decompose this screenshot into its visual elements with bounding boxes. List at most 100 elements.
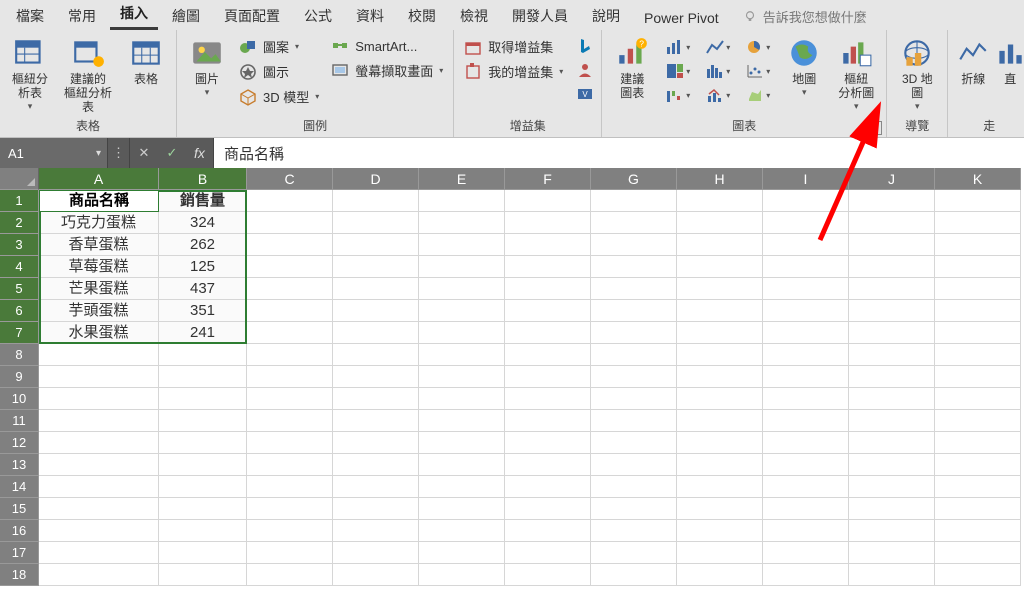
smartart-button[interactable]: SmartArt... <box>327 36 447 56</box>
cell[interactable] <box>849 366 935 388</box>
cell[interactable] <box>419 542 505 564</box>
cell[interactable] <box>763 344 849 366</box>
pivotchart-button[interactable]: 樞紐 分析圖▾ <box>832 34 880 112</box>
cell[interactable] <box>333 234 419 256</box>
cell[interactable] <box>591 520 677 542</box>
cell[interactable] <box>333 344 419 366</box>
cell[interactable] <box>591 366 677 388</box>
cell[interactable] <box>333 322 419 344</box>
cell[interactable] <box>591 300 677 322</box>
cell[interactable] <box>505 498 591 520</box>
cell[interactable] <box>849 410 935 432</box>
cell[interactable] <box>333 410 419 432</box>
column-header[interactable]: A <box>39 168 159 190</box>
tab-insert[interactable]: 插入 <box>110 0 158 30</box>
tab-power-pivot[interactable]: Power Pivot <box>634 4 729 30</box>
row-header[interactable]: 5 <box>0 278 39 300</box>
cell[interactable] <box>763 564 849 586</box>
screenshot-button[interactable]: 螢幕擷取畫面▾ <box>327 60 447 81</box>
cell[interactable]: 241 <box>159 322 247 344</box>
recommended-charts-button[interactable]: ? 建議 圖表 <box>608 34 656 100</box>
cell[interactable] <box>419 366 505 388</box>
name-box[interactable]: A1 <box>0 138 108 168</box>
cell[interactable] <box>677 322 763 344</box>
cell[interactable] <box>505 388 591 410</box>
cell[interactable]: 262 <box>159 234 247 256</box>
cell[interactable] <box>849 300 935 322</box>
cell[interactable] <box>505 212 591 234</box>
cell[interactable] <box>39 520 159 542</box>
cell[interactable] <box>419 476 505 498</box>
cell[interactable] <box>591 388 677 410</box>
cell[interactable] <box>935 476 1021 498</box>
cell[interactable] <box>247 498 333 520</box>
cell[interactable] <box>419 234 505 256</box>
tab-view[interactable]: 檢視 <box>450 0 498 30</box>
cell[interactable] <box>505 344 591 366</box>
cell[interactable] <box>247 454 333 476</box>
column-header[interactable]: G <box>591 168 677 190</box>
cell[interactable] <box>935 542 1021 564</box>
cell[interactable] <box>591 190 677 212</box>
cell[interactable] <box>849 520 935 542</box>
tab-review[interactable]: 校閱 <box>398 0 446 30</box>
cell[interactable] <box>159 498 247 520</box>
cell[interactable]: 437 <box>159 278 247 300</box>
cell[interactable] <box>247 256 333 278</box>
cell[interactable] <box>677 432 763 454</box>
cell[interactable] <box>935 454 1021 476</box>
cell[interactable] <box>935 344 1021 366</box>
row-header[interactable]: 1 <box>0 190 39 212</box>
cell[interactable] <box>591 234 677 256</box>
cell[interactable] <box>159 542 247 564</box>
cell[interactable] <box>849 190 935 212</box>
row-header[interactable]: 9 <box>0 366 39 388</box>
cell[interactable] <box>419 256 505 278</box>
tell-me-search[interactable]: 告訴我您想做什麼 <box>733 7 877 30</box>
cell[interactable] <box>935 564 1021 586</box>
cell[interactable] <box>935 498 1021 520</box>
cell[interactable] <box>333 366 419 388</box>
cell[interactable] <box>505 300 591 322</box>
people-graph-button[interactable] <box>575 60 595 80</box>
cell[interactable] <box>677 256 763 278</box>
cell[interactable] <box>419 300 505 322</box>
cell[interactable] <box>935 388 1021 410</box>
3d-models-button[interactable]: 3D 模型▾ <box>235 86 323 107</box>
insert-statistic-chart-button[interactable]: ▾ <box>700 60 736 82</box>
cell[interactable] <box>677 190 763 212</box>
cell[interactable] <box>591 564 677 586</box>
column-header[interactable]: J <box>849 168 935 190</box>
cell[interactable] <box>419 344 505 366</box>
cell[interactable] <box>419 454 505 476</box>
column-header[interactable]: I <box>763 168 849 190</box>
cell[interactable] <box>159 388 247 410</box>
cell[interactable] <box>419 212 505 234</box>
cell[interactable] <box>247 190 333 212</box>
cell[interactable] <box>763 432 849 454</box>
cell[interactable] <box>333 520 419 542</box>
cell[interactable] <box>505 190 591 212</box>
bing-maps-button[interactable] <box>575 36 595 56</box>
cell[interactable] <box>591 476 677 498</box>
cell[interactable] <box>333 432 419 454</box>
cell[interactable] <box>763 278 849 300</box>
cell[interactable] <box>333 498 419 520</box>
cell[interactable] <box>159 410 247 432</box>
cell[interactable] <box>159 344 247 366</box>
cell[interactable] <box>419 564 505 586</box>
insert-surface-chart-button[interactable]: ▾ <box>740 84 776 106</box>
tab-page-layout[interactable]: 頁面配置 <box>214 0 290 30</box>
cell[interactable] <box>591 256 677 278</box>
cell[interactable] <box>39 498 159 520</box>
recommended-pivottables-button[interactable]: 建議的 樞紐分析表 <box>58 34 118 114</box>
tab-draw[interactable]: 繪圖 <box>162 0 210 30</box>
cell[interactable] <box>505 520 591 542</box>
cell[interactable] <box>419 190 505 212</box>
cell[interactable] <box>677 476 763 498</box>
cell[interactable] <box>159 476 247 498</box>
tab-file[interactable]: 檔案 <box>6 0 54 30</box>
cell[interactable] <box>39 344 159 366</box>
enter-formula-button[interactable]: ✓ <box>158 138 186 168</box>
namebox-expand[interactable]: ⋮ <box>108 138 130 168</box>
